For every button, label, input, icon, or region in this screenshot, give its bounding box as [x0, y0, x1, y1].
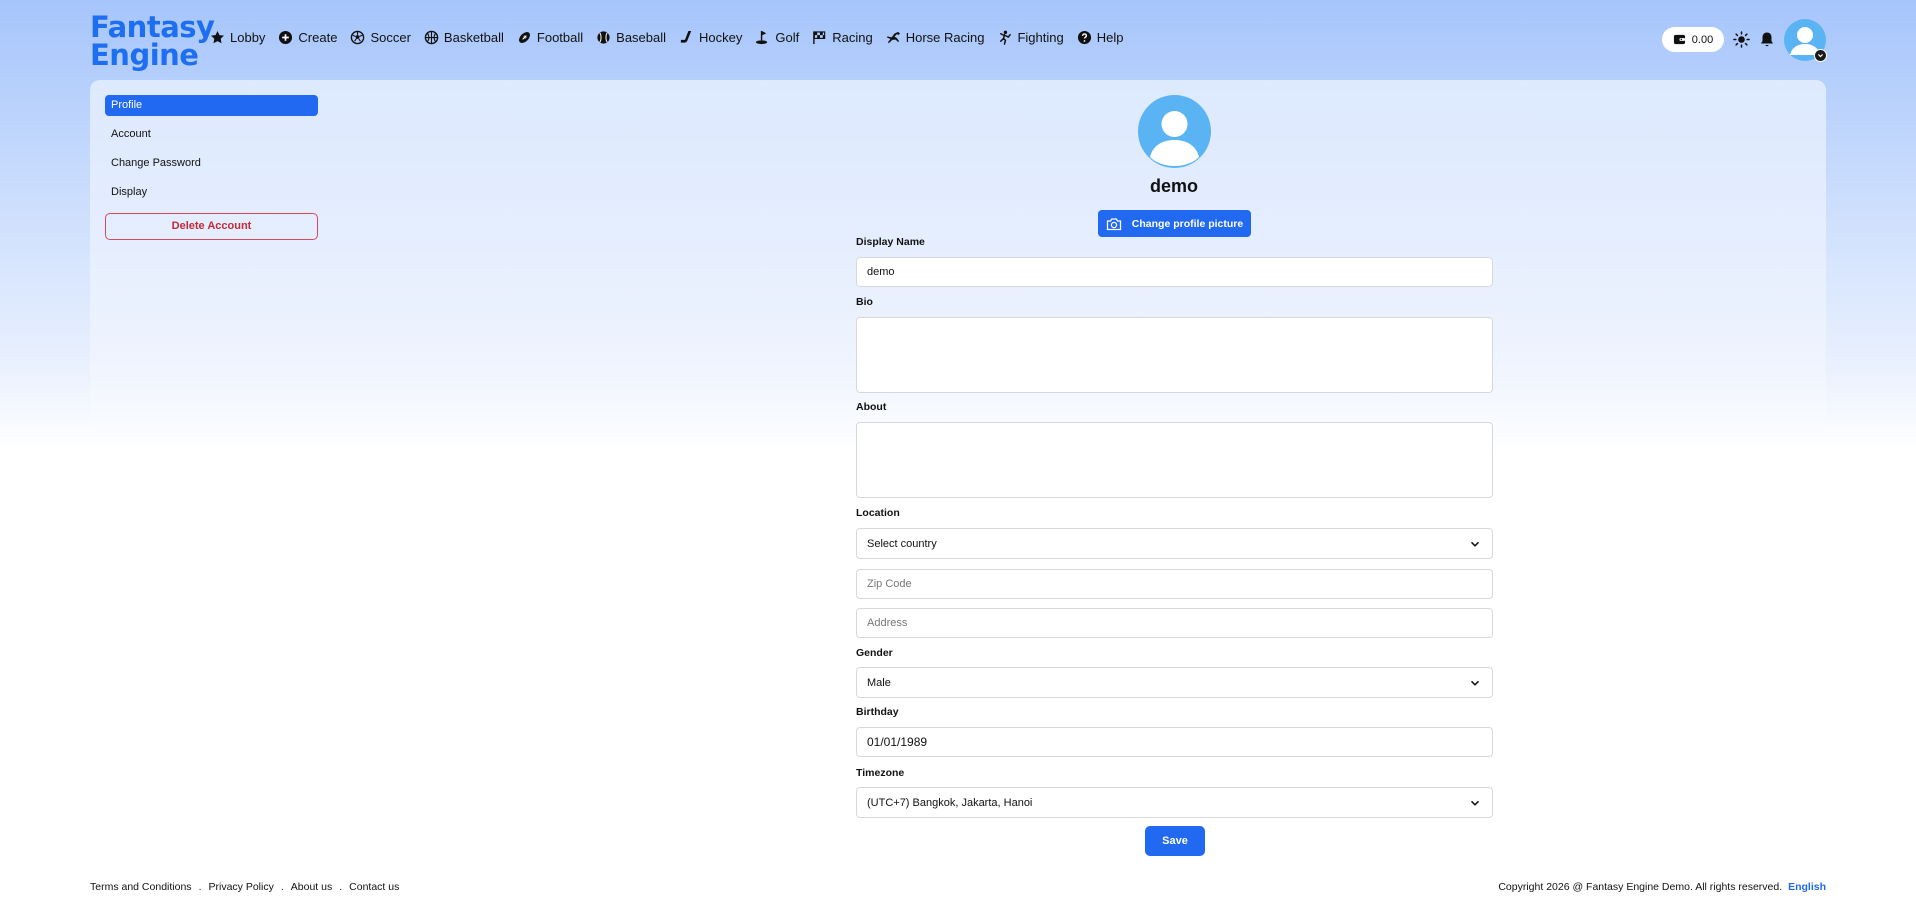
nav-item-basketball[interactable]: Basketball: [424, 30, 504, 45]
brand-logo[interactable]: Fantasy Engine: [90, 10, 215, 72]
footer-link-contact[interactable]: Contact us: [349, 881, 399, 893]
timezone-select[interactable]: (UTC+7) Bangkok, Jakarta, Hanoi: [856, 787, 1493, 818]
golf-icon: [755, 30, 770, 45]
settings-sidebar: Profile Account Change Password Display …: [105, 95, 318, 240]
save-button[interactable]: Save: [1145, 826, 1205, 856]
football-icon: [517, 30, 532, 45]
about-textarea[interactable]: [856, 422, 1493, 498]
nav-item-baseball[interactable]: Baseball: [596, 30, 666, 45]
camera-icon: [1106, 217, 1122, 231]
profile-avatar: [1138, 95, 1211, 168]
question-circle-icon: [1077, 30, 1092, 45]
footer-separator: .: [280, 881, 284, 893]
chevron-down-icon: [1470, 798, 1480, 808]
about-label: About: [856, 401, 887, 413]
nav-item-soccer[interactable]: Soccer: [350, 29, 411, 45]
footer-links: Terms and Conditions . Privacy Policy . …: [90, 881, 399, 893]
birthday-input[interactable]: 01/01/1989: [856, 727, 1493, 757]
brand-logo-line2: Engine: [90, 38, 199, 72]
wallet-amount: 0.00: [1691, 33, 1714, 46]
sidebar-item-account[interactable]: Account: [105, 124, 318, 145]
notifications-bell-icon[interactable]: [1759, 31, 1775, 48]
gender-select-value: Male: [867, 676, 891, 689]
footer-separator: .: [198, 881, 202, 893]
nav-item-horse-racing[interactable]: Horse Racing: [886, 29, 985, 45]
change-picture-label: Change profile picture: [1131, 217, 1244, 230]
nav-label: Basketball: [443, 29, 504, 45]
display-name-input[interactable]: demo: [856, 257, 1493, 287]
sidebar-item-display[interactable]: Display: [105, 182, 318, 203]
nav-label: Soccer: [370, 29, 411, 45]
copyright-text: Copyright 2026 @ Fantasy Engine Demo. Al…: [1498, 881, 1783, 893]
sidebar-item-profile[interactable]: Profile: [105, 95, 318, 116]
bio-label: Bio: [856, 296, 873, 308]
top-header: Fantasy Engine Lobby Create Soccer Baske…: [0, 0, 1916, 80]
sidebar-item-change-password[interactable]: Change Password: [105, 153, 318, 174]
soccer-ball-icon: [350, 30, 365, 45]
nav-label: Fighting: [1017, 29, 1064, 45]
location-label: Location: [856, 507, 900, 519]
zip-code-input[interactable]: Zip Code: [856, 569, 1493, 599]
wallet-balance[interactable]: 0.00: [1662, 27, 1724, 52]
nav-label: Horse Racing: [905, 29, 985, 45]
chevron-down-icon: [1470, 678, 1480, 688]
wallet-icon: [1673, 33, 1686, 46]
timezone-label: Timezone: [856, 767, 905, 779]
star-icon: [210, 30, 225, 45]
chevron-down-icon: [1470, 539, 1480, 549]
nav-item-lobby[interactable]: Lobby: [210, 30, 265, 45]
gender-label: Gender: [856, 647, 893, 659]
plus-circle-icon: [278, 30, 293, 45]
nav-item-golf[interactable]: Golf: [755, 30, 799, 45]
footer-link-about[interactable]: About us: [291, 881, 332, 893]
footer-copyright: Copyright 2026 @ Fantasy Engine Demo. Al…: [1498, 881, 1826, 893]
nav-label: Golf: [775, 29, 800, 45]
checkered-flag-icon: [812, 30, 827, 45]
nav-label: Lobby: [230, 29, 266, 45]
nav-item-create[interactable]: Create: [278, 30, 337, 45]
nav-label: Create: [298, 29, 338, 45]
address-input[interactable]: Address: [856, 608, 1493, 638]
nav-item-help[interactable]: Help: [1077, 29, 1124, 45]
nav-item-football[interactable]: Football: [517, 30, 583, 45]
nav-label: Hockey: [699, 29, 743, 45]
change-profile-picture-button[interactable]: Change profile picture: [1098, 210, 1251, 237]
profile-username: demo: [1149, 176, 1198, 196]
footer-link-terms[interactable]: Terms and Conditions: [90, 881, 192, 893]
country-select-value: Select country: [867, 537, 937, 550]
country-select[interactable]: Select country: [856, 528, 1493, 559]
bio-textarea[interactable]: [856, 317, 1493, 393]
horse-icon: [886, 30, 901, 45]
nav-item-hockey[interactable]: Hockey: [679, 30, 742, 45]
nav-label: Baseball: [616, 29, 667, 45]
delete-account-button[interactable]: Delete Account: [105, 213, 318, 240]
birthday-label: Birthday: [856, 706, 899, 718]
language-selector[interactable]: English: [1788, 881, 1826, 893]
timezone-select-value: (UTC+7) Bangkok, Jakarta, Hanoi: [867, 796, 1033, 809]
brand-logo-line1: Fantasy: [90, 10, 215, 44]
chevron-down-icon[interactable]: [1814, 49, 1827, 62]
main-nav: Lobby Create Soccer Basketball Football …: [210, 26, 1136, 48]
nav-label: Racing: [832, 29, 873, 45]
hockey-stick-icon: [679, 30, 694, 45]
gender-select[interactable]: Male: [856, 667, 1493, 698]
nav-item-racing[interactable]: Racing: [812, 29, 873, 45]
nav-label: Football: [536, 29, 584, 45]
basketball-icon: [424, 30, 439, 45]
baseball-icon: [596, 30, 611, 45]
display-name-label: Display Name: [856, 236, 925, 248]
nav-label: Help: [1096, 29, 1124, 45]
fighter-icon: [997, 30, 1012, 45]
nav-item-fighting[interactable]: Fighting: [997, 29, 1064, 45]
footer-link-privacy[interactable]: Privacy Policy: [208, 881, 273, 893]
footer-separator: .: [339, 881, 343, 893]
theme-toggle-sun-icon[interactable]: [1733, 31, 1750, 48]
